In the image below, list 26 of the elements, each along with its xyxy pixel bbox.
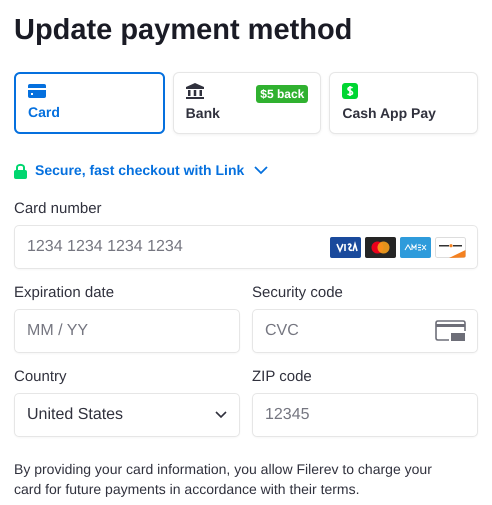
input-field[interactable]: 12345 [252,393,478,437]
input-field[interactable]: MM / YY [14,309,240,353]
payment-method-tab[interactable]: Cash App Pay [329,72,478,134]
dollar-app-icon [342,82,358,98]
page-title: Update payment method [14,13,354,48]
cvc-card-icon [435,320,466,342]
link-checkout-toggle[interactable]: Secure, fast checkout with Link [14,160,268,181]
field-label: Country [14,367,68,387]
country-select[interactable]: United States [14,393,240,437]
card-brand-icon [435,236,466,258]
lock-icon [14,162,27,178]
card-brand-icon [330,236,361,258]
input-field[interactable]: CVC [252,309,478,353]
authorization-notice: By providing your card information, you allow Filerev to charge your card for future payments in accordance with their terms. [14,460,433,499]
field-label: Expiration date [14,283,116,303]
card-brand-icon [400,236,431,258]
payment-method-tab[interactable]: Bank $5 back [172,72,322,134]
field-label: ZIP code [252,367,313,387]
card-brand-icon [365,236,396,258]
chevron-down-icon [215,411,227,419]
bank-icon [186,82,204,98]
field-label: Security code [252,283,344,303]
promo-badge: $5 back [256,85,308,103]
payment-method-tab[interactable]: Card [14,72,165,134]
field-label: Card number [14,199,103,219]
credit-card-icon [28,84,46,98]
